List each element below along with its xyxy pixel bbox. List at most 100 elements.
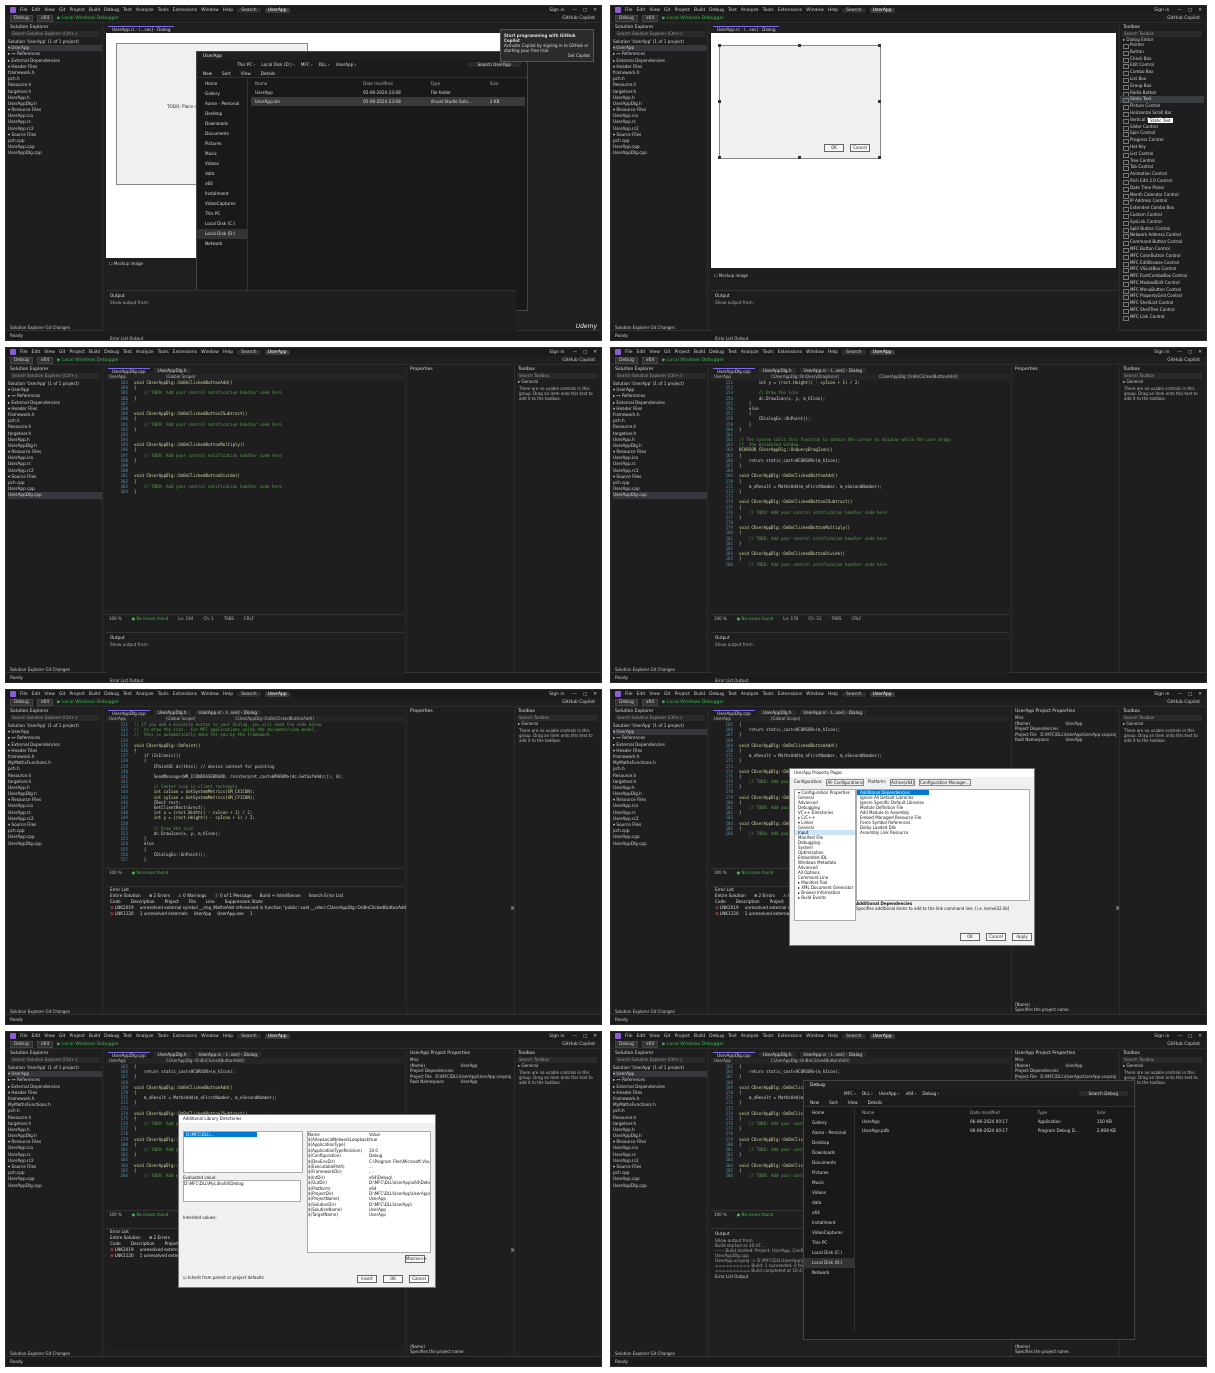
toolbox-item[interactable]: Check Box [1120,56,1204,63]
github-copilot-button[interactable]: GitHub Copilot [1167,16,1200,21]
nav-item[interactable]: Network [197,239,247,249]
menu-item-view[interactable]: View [44,692,55,697]
menu-item-git[interactable]: Git [59,350,66,355]
restore-icon[interactable]: □ [583,692,587,697]
github-copilot-button[interactable]: GitHub Copilot [562,1042,595,1047]
menu-item-help[interactable]: Help [223,8,233,13]
tree-item[interactable]: UserAppDlg.cpp [8,150,102,156]
nav-item[interactable]: Downloads [197,119,247,129]
mockup-image-checkbox[interactable]: ☐ Mockup image [714,273,748,278]
menu-item-debug[interactable]: Debug [709,350,724,355]
toolbox-item[interactable]: Command Button Control [1120,239,1204,246]
menu-item-extensions[interactable]: Extensions [173,1034,197,1039]
sign-in-link[interactable]: Sign in [549,692,564,697]
breadcrumb-segment[interactable]: Debug › [922,1091,939,1096]
solution-search-input[interactable]: Search Solution Explorer (Ctrl+;) [10,715,100,721]
output-source-select[interactable]: Show output from: [711,642,1009,647]
start-debugging-button[interactable]: ▶ Local Windows Debugger [57,700,119,705]
menu-item-git[interactable]: Git [664,8,671,13]
sign-in-link[interactable]: Sign in [549,8,564,13]
editor-tab[interactable]: UserAppDlg.cpp [713,367,755,374]
menu-item-build[interactable]: Build [89,8,100,13]
nav-item[interactable]: Gallery [197,89,247,99]
nav-item[interactable]: Pictures [804,1168,854,1178]
menu-item-window[interactable]: Window [806,1034,824,1039]
close-icon[interactable]: ✕ [593,350,597,355]
resize-handle[interactable] [718,156,721,159]
close-icon[interactable]: ✕ [593,8,597,13]
nav-item[interactable]: VideoCaptures [804,1228,854,1238]
toolbox-item[interactable]: Custom Control [1120,212,1204,219]
toolbox-item[interactable]: Rich Edit 2.0 Control [1120,178,1204,185]
output-source-select[interactable]: Show output from: [711,300,1119,305]
menu-item-window[interactable]: Window [806,350,824,355]
zoom-level[interactable]: 100 % [109,616,122,621]
platform-dropdown[interactable]: x64 [641,356,659,364]
restore-icon[interactable]: □ [583,8,587,13]
github-copilot-button[interactable]: GitHub Copilot [1167,700,1200,705]
command-new[interactable]: New [203,71,212,76]
menu-item-file[interactable]: File [20,692,28,697]
breadcrumb-segment[interactable]: MFC › [301,62,313,67]
error-filter[interactable]: ⊗ 2 Errors [149,893,170,898]
resize-handle[interactable] [878,44,881,47]
toolbox-item[interactable]: Picture Control [1120,103,1204,110]
minimize-icon[interactable]: — [1177,350,1182,355]
menu-item-analyze[interactable]: Analyze [136,692,154,697]
dialog-ok-button[interactable]: OK [960,933,980,941]
column-header[interactable]: Type [1038,1108,1097,1117]
menu-item-window[interactable]: Window [201,1034,219,1039]
nav-item[interactable]: This PC [197,209,247,219]
editor-tab[interactable]: UserAppDlg.h [758,710,796,715]
macro-row[interactable]: $(TargetName) UserApp [308,1212,430,1217]
nav-item[interactable]: x64 [804,1208,854,1218]
menu-item-test[interactable]: Test [728,1034,737,1039]
zoom-level[interactable]: 100 % [714,616,727,621]
menu-item-file[interactable]: File [625,8,633,13]
nav-item[interactable]: Music [197,149,247,159]
config-dropdown[interactable]: Debug [10,356,33,364]
menu-item-project[interactable]: Project [674,1034,689,1039]
toolbox-item[interactable]: List Box [1120,76,1204,83]
platform-dropdown[interactable]: x64 [36,14,54,22]
menu-item-help[interactable]: Help [828,350,838,355]
menu-item-edit[interactable]: Edit [32,1034,41,1039]
menu-item-debug[interactable]: Debug [709,8,724,13]
editor-tab[interactable]: UserAppDlg.cpp [108,709,150,716]
menu-item-project[interactable]: Project [674,692,689,697]
menu-item-file[interactable]: File [20,8,28,13]
menu-item-window[interactable]: Window [806,8,824,13]
restore-icon[interactable]: □ [1188,692,1192,697]
editor-tab[interactable]: UserAppDlg.cpp [713,1051,755,1058]
menu-item-test[interactable]: Test [728,692,737,697]
issues-indicator[interactable]: ● No issues found [737,616,774,621]
toolbox-item[interactable]: Progress Control [1120,137,1204,144]
toolbox-item[interactable]: List Control [1120,151,1204,158]
menu-item-edit[interactable]: Edit [637,350,646,355]
menu-item-edit[interactable]: Edit [32,692,41,697]
menu-item-build[interactable]: Build [694,1034,705,1039]
search-box[interactable]: Search [237,349,261,355]
error-row[interactable]: ⊗ LNK11201 unresolved externalsUserAppUs… [106,911,404,917]
solution-search-input[interactable]: Search Solution Explorer (Ctrl+;) [615,1057,705,1063]
menu-item-extensions[interactable]: Extensions [778,692,802,697]
error-filter[interactable]: ⊗ 2 Errors [754,893,775,898]
search-box[interactable]: Search [842,691,866,697]
error-col[interactable]: Code [110,899,121,904]
sign-in-link[interactable]: Sign in [1154,350,1169,355]
github-copilot-button[interactable]: GitHub Copilot [562,358,595,363]
menu-item-view[interactable]: View [44,1034,55,1039]
platform-dropdown[interactable]: Active(x64) [890,779,916,786]
file-row[interactable]: UserApp.pdb 06-06-2024 00:17 Program Debug… [858,1126,1132,1135]
toolbox-item[interactable]: MFC EditBrowse Control [1120,260,1204,267]
menu-item-analyze[interactable]: Analyze [136,8,154,13]
editor-tab[interactable]: UserApp.rc - I...ses] - Dialog [799,1052,866,1057]
editor-tab[interactable]: UserAppDlg.cpp [108,367,150,374]
property-tree-item[interactable]: ▸ Build Events [795,895,855,900]
zoom-level[interactable]: 100 % [109,870,122,875]
menu-item-git[interactable]: Git [664,1034,671,1039]
close-icon[interactable]: ✕ [593,692,597,697]
start-debugging-button[interactable]: ▶ Local Windows Debugger [57,1042,119,1047]
menu-item-git[interactable]: Git [59,692,66,697]
nav-item[interactable]: Documents [197,129,247,139]
